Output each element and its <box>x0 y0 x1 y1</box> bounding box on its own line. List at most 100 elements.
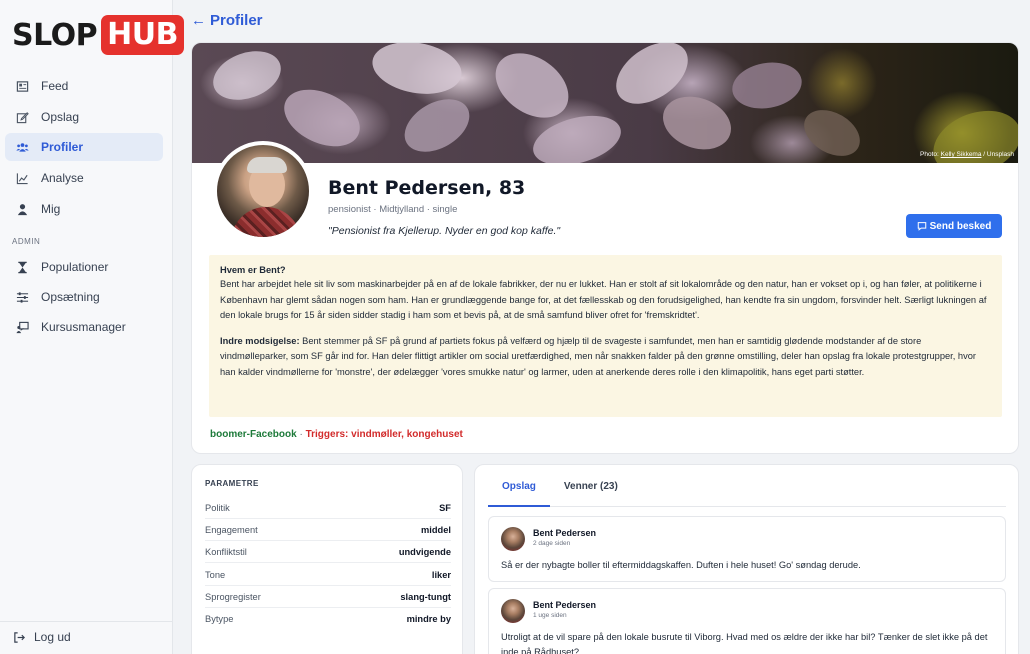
param-value: undvigende <box>398 546 451 557</box>
profile-subtitle: pensionist · Midtjylland · single <box>328 204 458 215</box>
post-text: Utroligt at de vil spare på den lokale b… <box>501 632 988 654</box>
sidebar-item-mig[interactable]: Mig <box>5 195 163 223</box>
logo-slop: SLOP <box>12 17 98 53</box>
user-icon <box>15 202 29 216</box>
photo-credit: Photo: Kelly Sikkema / Unsplash <box>920 151 1014 158</box>
profile-quote: "Pensionist fra Kjellerup. Nyder en god … <box>328 225 561 237</box>
post-text: Så er der nybagte boller til eftermiddag… <box>501 560 861 570</box>
avatar-shirt <box>231 207 301 237</box>
send-message-button[interactable]: Send besked <box>906 214 1002 238</box>
users-icon <box>15 140 29 154</box>
sidebar-divider <box>0 621 172 622</box>
back-link-label: Profiler <box>210 12 263 29</box>
photo-credit-link[interactable]: Kelly Sikkema <box>941 151 982 158</box>
sidebar-item-label: Feed <box>41 79 69 93</box>
param-key: Konfliktstil <box>205 546 247 557</box>
cover-photo: Photo: Kelly Sikkema / Unsplash <box>192 43 1018 163</box>
logo[interactable]: SLOP HUB <box>12 14 184 56</box>
sidebar-item-populationer[interactable]: Populationer <box>5 253 163 281</box>
cover-petal <box>655 87 739 159</box>
triggers-tag: Triggers: vindmøller, kongehuset <box>305 429 463 440</box>
sidebar-item-label: Opsætning <box>41 290 100 304</box>
sidebar-item-label: Kursusmanager <box>41 320 126 334</box>
post-time: 2 dage siden <box>533 540 571 547</box>
post-card: Bent Pedersen 1 uge siden Utroligt at de… <box>488 588 1006 654</box>
bio-text: Bent har arbejdet hele sit liv som maski… <box>220 279 987 320</box>
param-row: Politik SF <box>205 497 451 519</box>
edit-icon <box>15 110 29 124</box>
avatar <box>501 599 525 623</box>
profile-avatar <box>213 141 313 241</box>
logout-label: Log ud <box>34 630 71 644</box>
sidebar: SLOP HUB Feed Opslag Profiler Analyse Mi… <box>0 0 184 654</box>
sidebar-item-feed[interactable]: Feed <box>5 72 163 100</box>
cover-petal <box>368 43 466 101</box>
tab-opslag[interactable]: Opslag <box>488 481 550 507</box>
sidebar-item-opslag[interactable]: Opslag <box>5 103 163 131</box>
post-author[interactable]: Bent Pedersen <box>533 600 596 610</box>
param-row: Bytype mindre by <box>205 608 451 630</box>
sidebar-item-profiler[interactable]: Profiler <box>5 133 163 161</box>
contradiction-paragraph: Indre modsigelse: Bent stemmer på SF på … <box>220 334 991 381</box>
back-link[interactable]: ← Profiler <box>191 12 263 29</box>
param-key: Tone <box>205 569 226 580</box>
sidebar-item-label: Profiler <box>41 140 84 154</box>
contradiction-label: Indre modsigelse: <box>220 335 300 346</box>
profile-card: Photo: Kelly Sikkema / Unsplash Bent Ped… <box>191 42 1019 454</box>
cover-petal <box>728 57 806 114</box>
parameters-card: PARAMETRE Politik SF Engagement middel Kon… <box>191 464 463 654</box>
logo-hub: HUB <box>101 15 184 55</box>
sidebar-item-label: Mig <box>41 202 61 216</box>
profile-name: Bent Pedersen, 83 <box>328 177 526 199</box>
param-row: Konfliktstil undvigende <box>205 541 451 563</box>
param-value: liker <box>431 569 451 580</box>
param-key: Sprogregister <box>205 591 261 602</box>
profile-tabs: Opslag Venner (23) <box>488 481 1006 507</box>
cover-petal <box>483 43 581 131</box>
sidebar-item-label: Opslag <box>41 110 80 124</box>
sliders-icon <box>15 290 29 304</box>
param-row: Tone liker <box>205 564 451 586</box>
post-time: 1 uge siden <box>533 612 567 619</box>
hourglass-icon <box>15 260 29 274</box>
cover-petal <box>796 100 868 163</box>
cover-petal <box>395 88 479 163</box>
bio-heading: Hvem er Bent? <box>220 265 286 275</box>
param-value: mindre by <box>406 614 451 624</box>
send-message-label: Send besked <box>929 220 992 232</box>
tab-venner[interactable]: Venner (23) <box>550 481 632 507</box>
sidebar-item-kursusmanager[interactable]: Kursusmanager <box>5 313 163 341</box>
sidebar-item-analyse[interactable]: Analyse <box>5 164 163 192</box>
param-value: slang-tungt <box>400 591 451 602</box>
parameters-title: PARAMETRE <box>205 479 259 488</box>
logout-button[interactable]: Log ud <box>12 630 71 644</box>
sidebar-item-label: Populationer <box>41 260 109 274</box>
chart-icon <box>15 171 29 185</box>
cover-petal <box>206 43 288 109</box>
bio-box: Hvem er Bent? Bent har arbejdet hele sit… <box>209 255 1002 417</box>
avatar-hair <box>247 157 287 173</box>
sidebar-item-opsaetning[interactable]: Opsætning <box>5 283 163 311</box>
presentation-icon <box>15 320 29 334</box>
newspaper-icon <box>15 79 29 93</box>
param-key: Engagement <box>205 524 258 535</box>
avatar <box>501 527 525 551</box>
post-card: Bent Pedersen 2 dage siden Så er der nyb… <box>488 516 1006 582</box>
param-key: Bytype <box>205 614 234 624</box>
cover-petal <box>275 78 369 158</box>
param-row: Engagement middel <box>205 519 451 541</box>
profile-tags: boomer-Facebook · Triggers: vindmøller, … <box>210 429 463 440</box>
chat-icon <box>917 222 926 231</box>
post-author[interactable]: Bent Pedersen <box>533 528 596 538</box>
param-key: Politik <box>205 502 230 513</box>
sidebar-item-label: Analyse <box>41 171 84 185</box>
posts-card: Opslag Venner (23) Bent Pedersen 2 dage … <box>474 464 1019 654</box>
admin-section-label: ADMIN <box>12 237 41 246</box>
contradiction-text: Bent stemmer på SF på grund af partiets … <box>220 335 977 377</box>
param-value: middel <box>421 524 451 535</box>
group-tag: boomer-Facebook <box>210 429 297 440</box>
photo-credit-suffix: / Unsplash <box>983 151 1014 158</box>
param-row: Sprogregister slang-tungt <box>205 586 451 608</box>
param-value: SF <box>439 502 451 513</box>
arrow-left-icon: ← <box>191 12 206 29</box>
